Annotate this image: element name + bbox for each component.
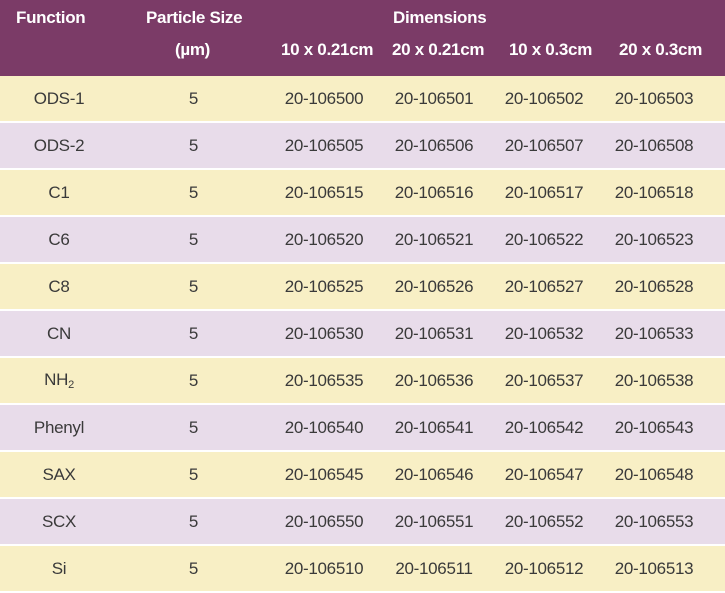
cell-dim-1: 20-106505 [284, 135, 364, 155]
header-dim-3: 10 x 0.3cm [509, 40, 593, 59]
product-table: Function Particle Size (µm) Dimensions 1… [0, 0, 725, 593]
cell-dim-2: 20-106516 [394, 182, 474, 202]
header-dim-1: 10 x 0.21cm [281, 40, 374, 59]
cell-dim-3: 20-106522 [504, 229, 584, 249]
cell-dim-2: 20-106506 [394, 135, 474, 155]
cell-function: CN [47, 323, 71, 343]
header-dim-4: 20 x 0.3cm [619, 40, 703, 59]
cell-particle-size: 5 [188, 135, 199, 155]
cell-function: ODS-1 [33, 88, 85, 108]
cell-dim-2: 20-106551 [394, 511, 474, 531]
cell-particle-size: 5 [188, 558, 199, 578]
table-row: Si 5 20-106510 20-106511 20-106512 20-10… [0, 546, 725, 591]
cell-function: SAX [42, 464, 76, 484]
cell-dim-1: 20-106500 [284, 88, 364, 108]
cell-dim-4: 20-106518 [614, 182, 694, 202]
cell-dim-1: 20-106520 [284, 229, 364, 249]
cell-dim-3: 20-106532 [504, 323, 584, 343]
cell-dim-1: 20-106510 [284, 558, 364, 578]
cell-dim-4: 20-106528 [614, 276, 694, 296]
table-row: Phenyl 5 20-106540 20-106541 20-106542 2… [0, 405, 725, 450]
cell-dim-3: 20-106527 [504, 276, 584, 296]
cell-dim-4: 20-106513 [614, 558, 694, 578]
table-row: NH2 5 20-106535 20-106536 20-106537 20-1… [0, 358, 725, 403]
cell-dim-2: 20-106531 [394, 323, 474, 343]
cell-dim-2: 20-106546 [394, 464, 474, 484]
cell-dim-1: 20-106535 [284, 370, 364, 390]
cell-particle-size: 5 [188, 417, 199, 437]
table-row: SCX 5 20-106550 20-106551 20-106552 20-1… [0, 499, 725, 544]
cell-dim-4: 20-106523 [614, 229, 694, 249]
table-header: Function Particle Size (µm) Dimensions 1… [0, 0, 725, 76]
cell-particle-size: 5 [188, 370, 199, 390]
cell-dim-1: 20-106550 [284, 511, 364, 531]
cell-dim-3: 20-106547 [504, 464, 584, 484]
header-dim-2: 20 x 0.21cm [392, 40, 485, 59]
table-row: SAX 5 20-106545 20-106546 20-106547 20-1… [0, 452, 725, 497]
cell-dim-4: 20-106538 [614, 370, 694, 390]
cell-function: SCX [41, 511, 77, 531]
cell-function: ODS-2 [33, 135, 85, 155]
cell-particle-size: 5 [188, 182, 199, 202]
cell-particle-size: 5 [188, 464, 199, 484]
cell-dim-3: 20-106517 [504, 182, 584, 202]
table-row: ODS-1 5 20-106500 20-106501 20-106502 20… [0, 76, 725, 121]
cell-dim-2: 20-106501 [394, 88, 474, 108]
cell-dim-4: 20-106508 [614, 135, 694, 155]
header-particle-unit: (µm) [175, 40, 211, 59]
cell-dim-4: 20-106543 [614, 417, 694, 437]
function-text: NH [44, 370, 69, 389]
table-row: C1 5 20-106515 20-106516 20-106517 20-10… [0, 170, 725, 215]
cell-function: C1 [48, 182, 70, 202]
cell-particle-size: 5 [188, 323, 199, 343]
cell-dim-1: 20-106515 [284, 182, 364, 202]
table-row: ODS-2 5 20-106505 20-106506 20-106507 20… [0, 123, 725, 168]
table-row: CN 5 20-106530 20-106531 20-106532 20-10… [0, 311, 725, 356]
cell-dim-4: 20-106553 [614, 511, 694, 531]
cell-dim-2: 20-106521 [394, 229, 474, 249]
cell-dim-4: 20-106503 [614, 88, 694, 108]
header-particle-size: Particle Size [146, 8, 243, 27]
cell-particle-size: 5 [188, 276, 199, 296]
cell-function: Phenyl [33, 417, 85, 437]
cell-dim-4: 20-106533 [614, 323, 694, 343]
cell-dim-3: 20-106502 [504, 88, 584, 108]
header-function: Function [16, 8, 86, 27]
cell-function: C6 [48, 229, 70, 249]
cell-dim-3: 20-106507 [504, 135, 584, 155]
function-subscript: 2 [68, 379, 74, 391]
cell-dim-3: 20-106542 [504, 417, 584, 437]
cell-dim-2: 20-106526 [394, 276, 474, 296]
header-dimensions: Dimensions [393, 8, 487, 27]
cell-dim-1: 20-106530 [284, 323, 364, 343]
cell-particle-size: 5 [188, 229, 199, 249]
table-row: C8 5 20-106525 20-106526 20-106527 20-10… [0, 264, 725, 309]
cell-dim-1: 20-106540 [284, 417, 364, 437]
cell-dim-2: 20-106511 [395, 558, 473, 578]
cell-function: Si [51, 558, 67, 578]
cell-dim-2: 20-106541 [394, 417, 474, 437]
cell-function: NH2 [0, 370, 118, 391]
cell-dim-3: 20-106512 [504, 558, 584, 578]
table-row: C6 5 20-106520 20-106521 20-106522 20-10… [0, 217, 725, 262]
cell-dim-3: 20-106537 [504, 370, 584, 390]
cell-function: C8 [48, 276, 70, 296]
cell-dim-4: 20-106548 [614, 464, 694, 484]
cell-dim-1: 20-106545 [284, 464, 364, 484]
cell-particle-size: 5 [188, 88, 199, 108]
cell-dim-2: 20-106536 [394, 370, 474, 390]
cell-dim-1: 20-106525 [284, 276, 364, 296]
cell-dim-3: 20-106552 [504, 511, 584, 531]
cell-particle-size: 5 [188, 511, 199, 531]
table-body: ODS-1 5 20-106500 20-106501 20-106502 20… [0, 76, 725, 593]
